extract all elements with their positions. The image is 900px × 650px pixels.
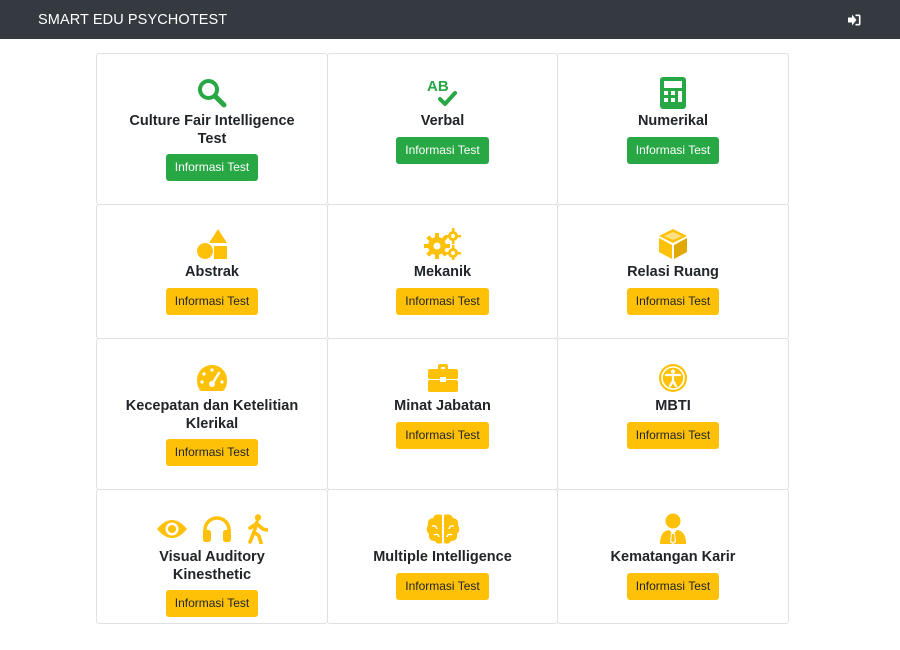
card-title: Verbal	[420, 113, 465, 129]
cogs-icon	[423, 228, 461, 260]
info-test-button[interactable]: Informasi Test	[165, 154, 259, 181]
card-title: Multiple Intelligence	[373, 549, 512, 565]
svg-text:AB: AB	[427, 78, 449, 95]
card-title: MBTI	[655, 398, 691, 414]
eye-icon	[157, 520, 187, 538]
card-vak: Visual Auditory Kinesthetic Informasi Te…	[96, 489, 328, 624]
card-mekanik: Mekanik Informasi Test	[327, 204, 558, 339]
card-kecepatan: Kecepatan dan Ketelitian Klerikal Inform…	[96, 338, 328, 490]
briefcase-icon	[427, 364, 458, 392]
cube-icon	[659, 229, 687, 259]
card-numerikal: Numerikal Informasi Test	[557, 53, 789, 205]
card-title: Culture Fair Intelligence Test	[129, 113, 295, 147]
card-minat-jabatan: Minat Jabatan Informasi Test	[327, 338, 558, 490]
card-title: Kecepatan dan Ketelitian Klerikal	[125, 398, 299, 432]
card-title: Abstrak	[185, 264, 239, 280]
info-test-button[interactable]: Informasi Test	[626, 136, 720, 164]
card-culture-fair: Culture Fair Intelligence Test Informasi…	[96, 53, 328, 205]
card-title: Visual Auditory Kinesthetic	[159, 549, 265, 583]
info-test-button[interactable]: Informasi Test	[165, 590, 259, 617]
info-test-button[interactable]: Informasi Test	[165, 287, 259, 315]
info-test-button[interactable]: Informasi Test	[626, 287, 720, 315]
card-title: Kematangan Karir	[610, 549, 736, 565]
test-grid: Culture Fair Intelligence Test Informasi…	[96, 53, 789, 624]
spell-check-icon: AB	[427, 78, 457, 106]
top-navbar: SMART EDU PSYCHOTEST	[0, 0, 900, 39]
calculator-icon	[660, 77, 686, 109]
tachometer-icon	[197, 365, 227, 391]
user-tie-icon	[660, 513, 686, 544]
card-relasi-ruang: Relasi Ruang Informasi Test	[557, 204, 789, 339]
info-test-button[interactable]: Informasi Test	[396, 421, 489, 449]
card-abstrak: Abstrak Informasi Test	[96, 204, 328, 339]
search-icon	[198, 79, 227, 108]
card-title: Minat Jabatan	[394, 398, 491, 414]
info-test-button[interactable]: Informasi Test	[165, 439, 259, 466]
card-kematangan-karir: Kematangan Karir Informasi Test	[557, 489, 789, 624]
card-mbti: MBTI Informasi Test	[557, 338, 789, 490]
card-verbal: AB Verbal Informasi Test	[327, 53, 558, 205]
info-test-button[interactable]: Informasi Test	[626, 572, 720, 600]
shapes-icon	[197, 229, 227, 259]
card-title: Numerikal	[637, 113, 709, 129]
info-test-button[interactable]: Informasi Test	[626, 421, 720, 449]
info-test-button[interactable]: Informasi Test	[396, 287, 489, 315]
sign-out-icon[interactable]	[846, 12, 862, 28]
card-multiple-intelligence: Multiple Intelligence Informasi Test	[327, 489, 558, 624]
card-title: Mekanik	[413, 264, 472, 280]
brain-icon	[426, 514, 459, 544]
card-title: Relasi Ruang	[627, 264, 719, 280]
headphones-icon	[203, 516, 231, 542]
universal-access-icon	[659, 364, 687, 392]
info-test-button[interactable]: Informasi Test	[396, 136, 489, 164]
brand-title[interactable]: SMART EDU PSYCHOTEST	[38, 12, 227, 28]
walking-icon	[248, 514, 268, 544]
info-test-button[interactable]: Informasi Test	[396, 572, 489, 600]
